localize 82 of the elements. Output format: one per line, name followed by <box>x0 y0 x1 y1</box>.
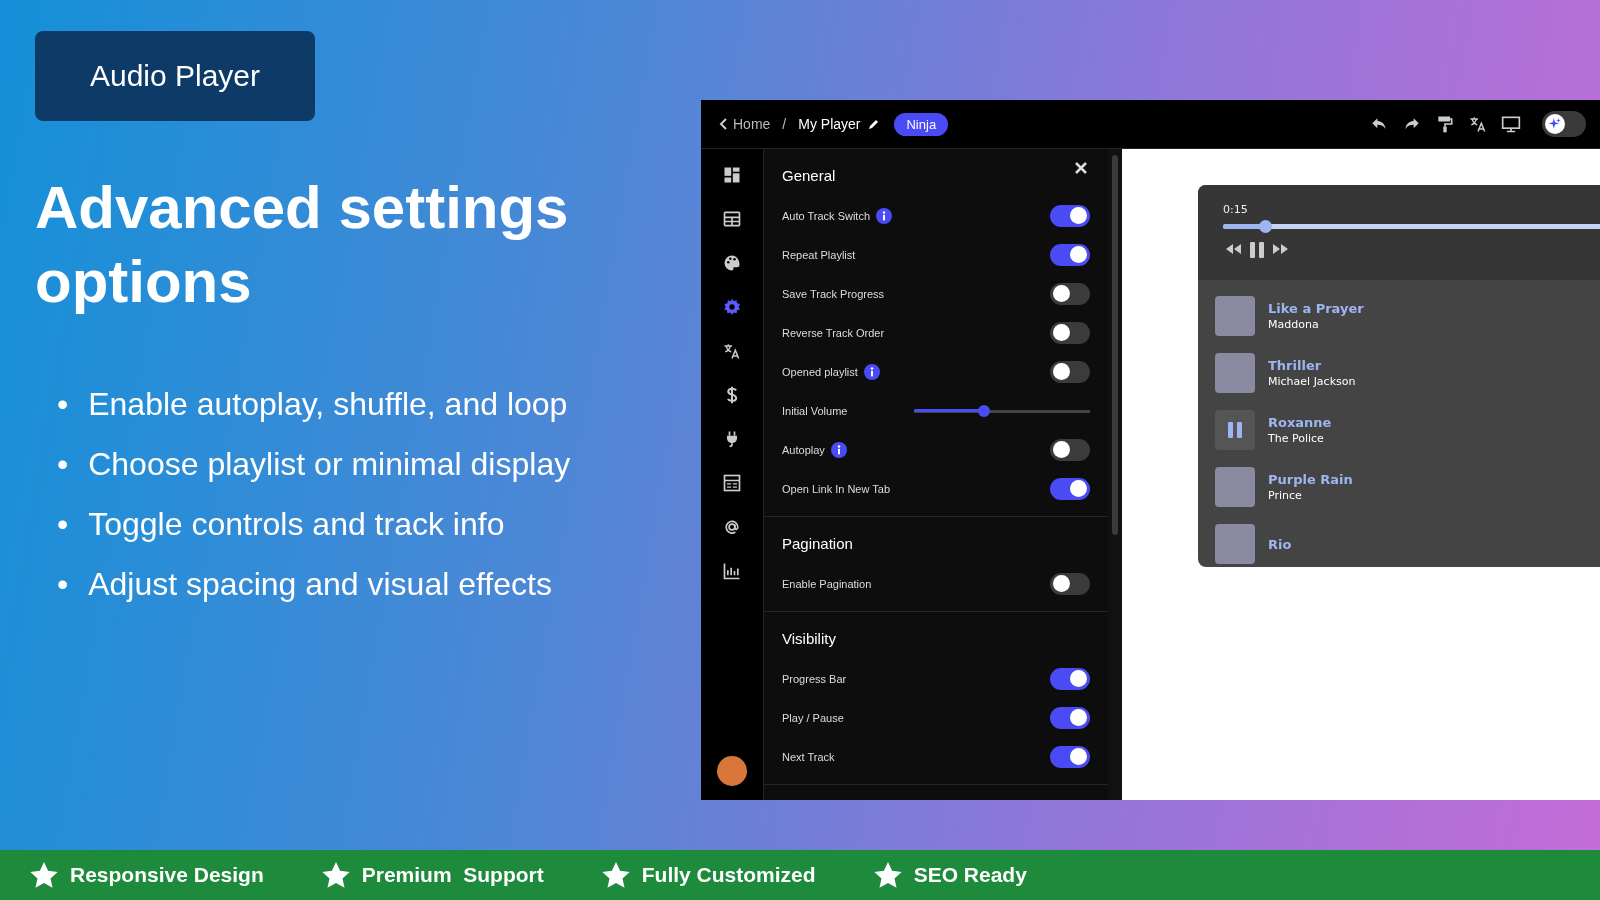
section-title: Visibility <box>782 630 836 647</box>
feature-label: Responsive Design <box>70 863 264 887</box>
player-name: My Player <box>798 116 861 132</box>
newspaper-icon[interactable] <box>722 473 742 493</box>
palette-icon[interactable] <box>722 253 742 273</box>
star-icon <box>601 861 630 889</box>
toggle-switch[interactable] <box>1050 321 1090 344</box>
track-title[interactable]: Rio <box>1268 536 1292 552</box>
track-title[interactable]: Thriller <box>1268 358 1356 373</box>
pencil-icon[interactable] <box>868 118 881 130</box>
bullet-marker: • <box>57 505 69 544</box>
star-icon <box>321 861 350 889</box>
toggle-switch[interactable] <box>1050 243 1090 266</box>
title-badge: Audio Player <box>35 31 315 121</box>
translate-icon[interactable] <box>722 341 742 361</box>
star-icon <box>30 861 58 889</box>
section-title: General <box>782 167 836 184</box>
setting-label: Auto Track Switch <box>782 209 871 222</box>
setting-label: Open Link In New Tab <box>782 482 891 495</box>
toggle-switch[interactable] <box>1050 706 1090 729</box>
feature-label: Fully Customized <box>641 863 816 887</box>
feature-bullet: Choose playlist or minimal display <box>88 445 571 484</box>
bar-chart-icon[interactable] <box>722 561 742 581</box>
setting-label: Save Track Progress <box>782 287 885 300</box>
track-title[interactable]: Roxanne <box>1268 415 1332 430</box>
paint-roller-icon[interactable] <box>1435 114 1455 134</box>
feature-label: SEO Ready <box>913 863 1027 887</box>
setting-label: Enable Pagination <box>782 577 872 590</box>
setting-label: Progress Bar <box>782 672 847 685</box>
album-cover-placeholder[interactable] <box>1215 410 1255 450</box>
toggle-switch[interactable] <box>1050 667 1090 690</box>
pause-icon[interactable] <box>1227 421 1243 439</box>
breadcrumb-separator: / <box>782 116 787 132</box>
toggle-switch[interactable] <box>1050 282 1090 305</box>
setting-label: Autoplay <box>782 443 825 456</box>
info-icon[interactable] <box>863 363 880 380</box>
toggle-switch[interactable] <box>1050 477 1090 500</box>
info-icon[interactable] <box>876 207 893 224</box>
toggle-switch[interactable] <box>1050 572 1090 595</box>
setting-label: Repeat Playlist <box>782 248 856 261</box>
feature-bullet: Toggle controls and track info <box>88 505 505 544</box>
dashboard-icon[interactable] <box>722 165 742 185</box>
toggle-switch[interactable] <box>1050 204 1090 227</box>
home-link[interactable]: Home <box>719 116 771 132</box>
track-title[interactable]: Purple Rain <box>1268 472 1353 487</box>
star-icon <box>873 861 902 889</box>
current-time: 0:15 <box>1223 203 1249 216</box>
bullet-marker: • <box>57 565 69 604</box>
plan-tag: Ninja <box>894 112 949 136</box>
monitor-icon[interactable] <box>1501 114 1521 134</box>
setting-label: Play / Pause <box>782 711 844 724</box>
bullet-marker: • <box>57 385 69 424</box>
translate-icon[interactable] <box>1468 114 1488 134</box>
feature-bullet: Adjust spacing and visual effects <box>88 565 552 604</box>
toggle-switch[interactable] <box>1050 745 1090 768</box>
progress-thumb[interactable] <box>1259 220 1273 233</box>
settings-icon[interactable] <box>722 297 742 317</box>
toggle-switch[interactable] <box>1050 438 1090 461</box>
chevron-left-icon[interactable] <box>719 118 729 130</box>
track-artist: Michael Jackson <box>1268 375 1356 388</box>
pause-icon[interactable] <box>1249 241 1265 259</box>
sparkle-icon <box>1548 117 1562 131</box>
avatar[interactable] <box>717 756 747 786</box>
setting-label: Next Track <box>782 750 835 763</box>
heading: Advanced settings options <box>35 173 570 317</box>
table-icon[interactable] <box>722 209 742 229</box>
track-title[interactable]: Like a Prayer <box>1268 301 1364 316</box>
theme-toggle[interactable] <box>1542 111 1586 137</box>
section-title: Pagination <box>782 535 853 552</box>
setting-label: Reverse Track Order <box>782 326 885 339</box>
setting-label: Initial Volume <box>782 404 848 417</box>
feature-label: Premium Support <box>361 863 544 887</box>
bullet-marker: • <box>57 445 69 484</box>
track-artist: The Police <box>1268 432 1325 445</box>
track-artist: Maddona <box>1268 318 1320 331</box>
track-artist: Prince <box>1268 489 1303 502</box>
toggle-switch[interactable] <box>1050 360 1090 383</box>
scrollbar[interactable] <box>1112 155 1118 535</box>
feature-bullet: Enable autoplay, shuffle, and loop <box>88 385 568 424</box>
setting-label: Opened playlist <box>782 365 858 378</box>
slider-thumb[interactable] <box>978 404 991 417</box>
info-icon[interactable] <box>830 441 847 458</box>
